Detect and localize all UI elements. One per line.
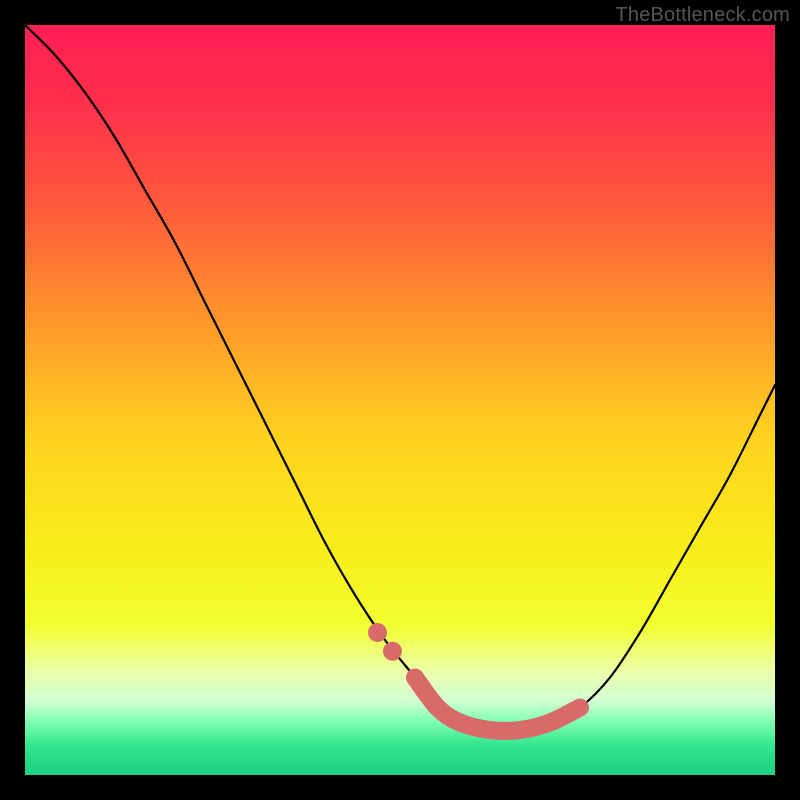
heatmap-background: [25, 25, 775, 775]
highlight-dot: [383, 642, 402, 661]
chart-stage: TheBottleneck.com: [0, 0, 800, 800]
bottleneck-plot: [25, 25, 775, 775]
highlight-dot: [368, 623, 387, 642]
watermark-text: TheBottleneck.com: [615, 4, 790, 27]
plot-svg: [25, 25, 775, 775]
